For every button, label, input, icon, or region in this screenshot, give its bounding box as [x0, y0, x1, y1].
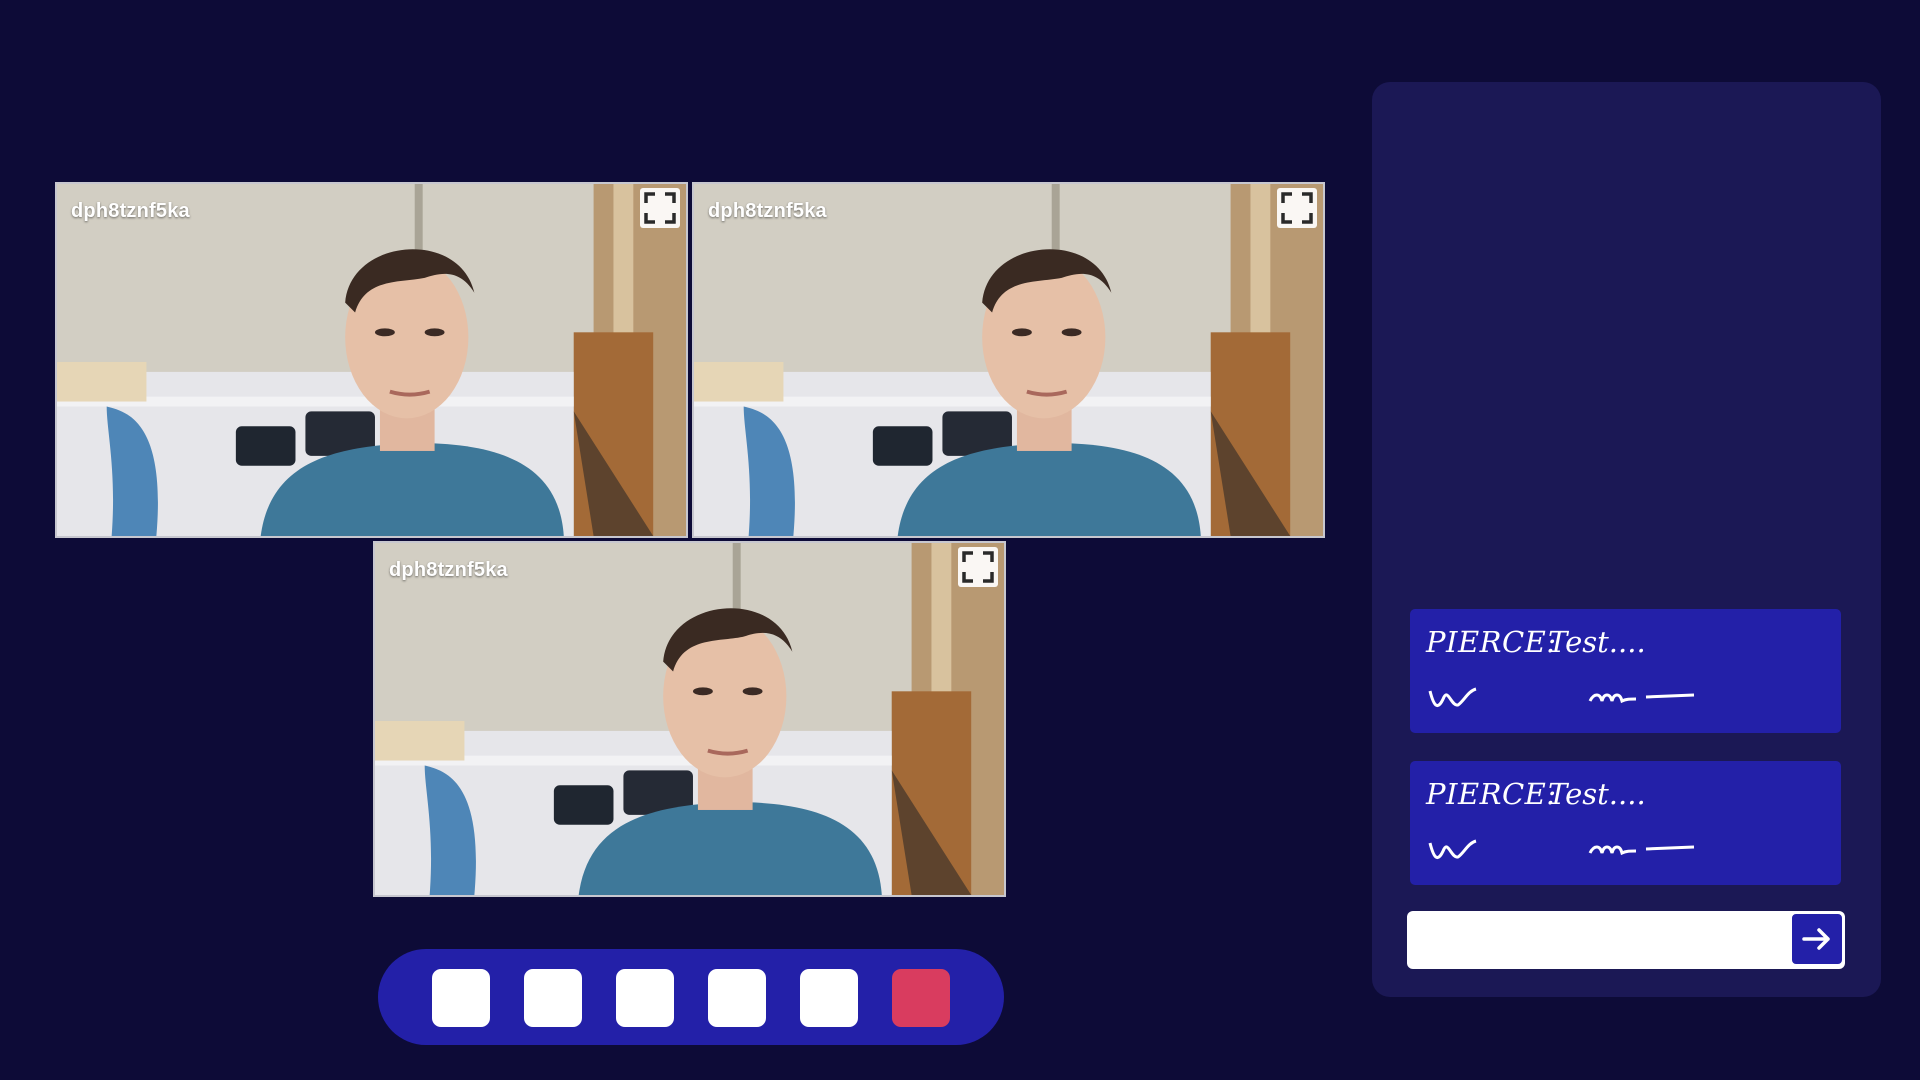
fullscreen-button[interactable] [640, 188, 680, 228]
call-controls [378, 949, 1004, 1045]
video-feed [375, 543, 1004, 895]
send-button[interactable] [1791, 913, 1843, 965]
fullscreen-icon [644, 192, 676, 224]
handwriting-scribble [1428, 687, 1695, 707]
fullscreen-icon [962, 551, 994, 583]
video-tile-3: dph8tznf5ka [373, 541, 1006, 897]
control-button-1[interactable] [432, 969, 490, 1027]
chat-message: PIERCE: Test.... [1410, 761, 1841, 885]
video-tile-2: dph8tznf5ka [692, 182, 1325, 538]
video-tile-1: dph8tznf5ka [55, 182, 688, 538]
message-text: Test.... [1548, 777, 1646, 811]
handwriting-scribble [1428, 839, 1695, 859]
fullscreen-icon [1281, 192, 1313, 224]
video-feed [694, 184, 1323, 536]
control-button-5[interactable] [800, 969, 858, 1027]
video-feed [57, 184, 686, 536]
leave-call-button[interactable] [892, 969, 950, 1027]
message-text: Test.... [1548, 625, 1646, 659]
message-author: PIERCE: [1426, 777, 1557, 811]
participant-name: dph8tznf5ka [71, 200, 190, 222]
control-button-3[interactable] [616, 969, 674, 1027]
chat-panel: PIERCE: Test.... PIERCE: Test.... [1372, 82, 1881, 997]
control-button-4[interactable] [708, 969, 766, 1027]
arrow-right-icon [1802, 928, 1830, 950]
chat-message: PIERCE: Test.... [1410, 609, 1841, 733]
chat-input-container [1407, 911, 1845, 969]
fullscreen-button[interactable] [1277, 188, 1317, 228]
participant-name: dph8tznf5ka [708, 200, 827, 222]
message-author: PIERCE: [1426, 625, 1557, 659]
control-button-2[interactable] [524, 969, 582, 1027]
fullscreen-button[interactable] [958, 547, 998, 587]
participant-name: dph8tznf5ka [389, 559, 508, 581]
chat-input[interactable] [1407, 911, 1783, 969]
